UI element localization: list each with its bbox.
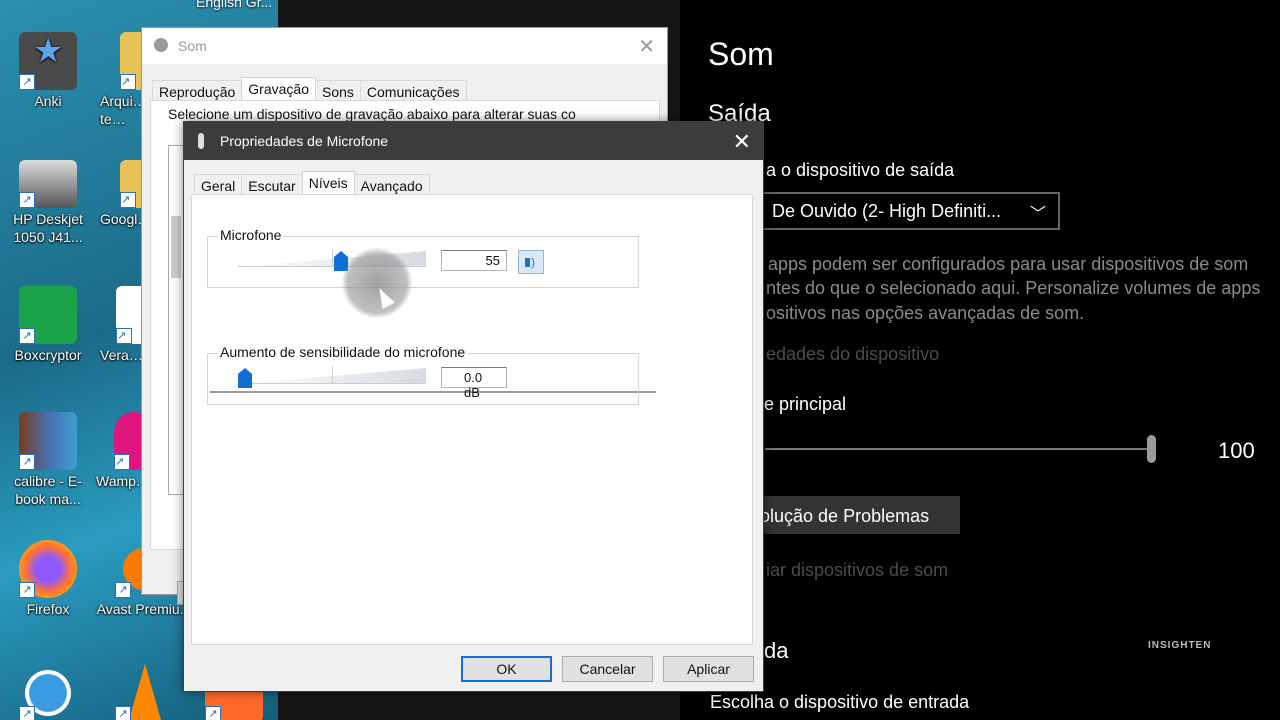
master-volume-thumb[interactable]	[1147, 435, 1156, 463]
desktop-icon-boxcryptor[interactable]: ↗ Boxcryptor	[0, 286, 96, 364]
apply-button[interactable]: Aplicar	[663, 656, 754, 682]
cursor-highlight	[342, 248, 412, 318]
microphone-icon	[198, 133, 204, 149]
tab-avancado[interactable]: Avançado	[353, 174, 430, 196]
desktop-icon-hp-deskjet[interactable]: ↗ HP Deskjet 1050 J41...	[0, 160, 96, 246]
tab-geral[interactable]: Geral	[194, 174, 243, 196]
calibre-icon: ↗	[19, 412, 77, 470]
desktop-icon-label: HP Deskjet 1050 J41...	[13, 211, 83, 245]
microphone-boost-slider[interactable]	[238, 366, 426, 388]
microphone-level-label: Microfone	[218, 227, 284, 243]
sound-dialog-tabs: Reprodução Gravação Sons Comunicações	[152, 76, 467, 103]
master-volume-slider[interactable]	[765, 448, 1155, 450]
desktop-icon-calibre[interactable]: ↗ calibre - E-book ma...	[0, 412, 96, 508]
manage-devices-link[interactable]: iar dispositivos de som	[766, 560, 948, 581]
microphone-boost-value[interactable]: 0.0 dB	[441, 367, 507, 400]
desktop-icon-app[interactable]: ↗	[0, 664, 96, 720]
tab-sons[interactable]: Sons	[314, 80, 361, 102]
tab-comunicacoes[interactable]: Comunicações	[359, 80, 467, 102]
output-device-value: De Ouvido (2- High Definiti...	[772, 201, 1002, 221]
tab-reproducao[interactable]: Reprodução	[152, 80, 243, 102]
speaker-icon	[525, 258, 530, 267]
close-icon[interactable]: ✕	[733, 129, 751, 155]
desktop-icon-label: Anki	[34, 93, 62, 109]
levels-panel: Microfone 55 ) Aumento de sensibilidade …	[191, 194, 753, 645]
desktop-icon-label: Boxcryptor	[14, 347, 82, 363]
tab-escutar[interactable]: Escutar	[241, 174, 303, 196]
desktop-icon-firefox[interactable]: ↗ Firefox	[0, 540, 96, 618]
firefox-icon: ↗	[19, 540, 77, 598]
desktop-icon-anki[interactable]: ↗ ★ Anki	[0, 32, 96, 110]
info-text-line1: apps podem ser configurados para usar di…	[768, 254, 1249, 274]
ok-button[interactable]: OK	[461, 656, 552, 682]
troubleshoot-button-label: olução de Problemas	[760, 506, 930, 526]
slider-thumb[interactable]	[238, 368, 252, 388]
desktop-icon-vlc[interactable]: ↗	[96, 664, 192, 720]
info-text-line3: ositivos nas opções avançadas de som.	[766, 303, 1085, 323]
troubleshoot-button[interactable]: olução de Problemas	[760, 496, 960, 534]
cancel-button[interactable]: Cancelar	[562, 656, 653, 682]
sound-dialog-titlebar: Som ✕	[142, 28, 667, 64]
desktop-icon-label-partial: English Gr...	[196, 0, 273, 10]
sound-dialog-title: Som	[178, 38, 207, 54]
app-icon: ↗	[19, 664, 77, 720]
choose-input-label: Escolha o dispositivo de entrada	[710, 692, 970, 712]
mute-toggle-button[interactable]: )	[518, 250, 544, 274]
recording-description: Selecione um dispositivo de gravação aba…	[168, 106, 576, 122]
vlc-icon: ↗	[115, 664, 173, 720]
chevron-down-icon: ﹀	[1029, 206, 1046, 223]
properties-titlebar: Propriedades de Microfone ✕	[184, 122, 763, 160]
master-volume-value: 100	[1218, 438, 1255, 463]
speaker-icon	[154, 38, 168, 52]
microphone-level-value[interactable]: 55	[441, 250, 507, 271]
close-icon[interactable]: ✕	[638, 34, 655, 59]
boxcryptor-icon: ↗	[19, 286, 77, 344]
properties-tabs: Geral Escutar Níveis Avançado	[194, 170, 430, 197]
anki-icon: ↗ ★	[19, 32, 77, 90]
properties-title: Propriedades de Microfone	[220, 133, 389, 149]
input-heading: da	[764, 638, 789, 663]
device-properties-link[interactable]: edades do dispositivo	[766, 344, 939, 365]
info-text-line2: ntes do que o selecionado aqui. Personal…	[766, 278, 1261, 298]
master-volume-label: e principal	[764, 394, 847, 414]
recording-device-list[interactable]	[168, 145, 184, 495]
choose-output-label: a o dispositivo de saída	[766, 160, 955, 180]
microphone-properties-dialog: Propriedades de Microfone ✕ Geral Escutar…	[183, 121, 764, 692]
desktop-icon-label: calibre - E-book ma...	[14, 473, 82, 507]
watermark: INSIGHTEN	[1148, 640, 1212, 651]
printer-icon: ↗	[19, 160, 77, 208]
microphone-boost-group: Aumento de sensibilidade do microfone 0.…	[207, 344, 639, 405]
settings-title: Som	[708, 36, 774, 72]
microphone-level-group: Microfone 55 )	[207, 227, 639, 288]
scrollbar[interactable]	[171, 216, 181, 278]
microphone-boost-label: Aumento de sensibilidade do microfone	[218, 344, 468, 360]
desktop-icon-label: Firefox	[26, 601, 70, 617]
output-device-dropdown[interactable]: De Ouvido (2- High Definiti... ﹀	[740, 192, 1060, 230]
sound-settings-panel: Som Saída a o dispositivo de saída De Ou…	[680, 0, 1280, 720]
